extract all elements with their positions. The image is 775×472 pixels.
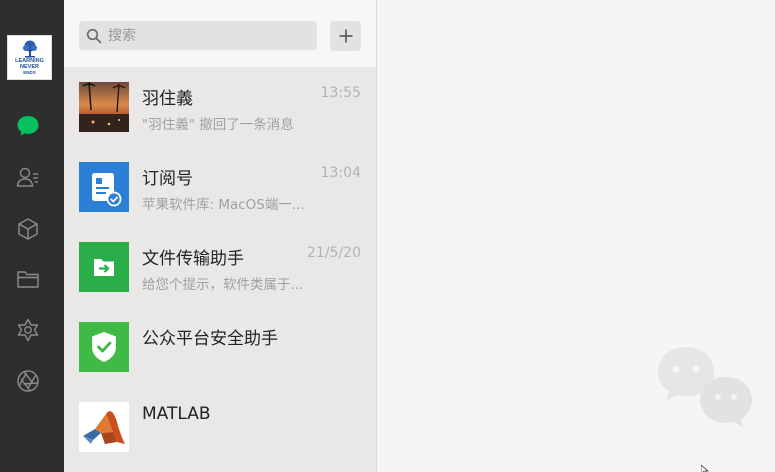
subscription-avatar bbox=[79, 162, 129, 212]
rail-item-moments[interactable] bbox=[14, 316, 42, 344]
search-bar-area bbox=[64, 0, 376, 67]
avatar-logo-line-3: ENDS bbox=[23, 69, 36, 75]
search-box[interactable] bbox=[79, 21, 317, 50]
user-avatar[interactable]: LEARNING NEVER ENDS bbox=[7, 35, 52, 80]
file-transfer-avatar bbox=[79, 242, 129, 292]
wechat-logo-watermark-icon bbox=[658, 347, 752, 427]
rail-item-collections[interactable] bbox=[14, 215, 42, 243]
sidebar-rail: LEARNING NEVER ENDS bbox=[0, 0, 64, 472]
chat-item[interactable]: 公众平台安全助手 bbox=[64, 307, 376, 387]
rail-item-contacts[interactable] bbox=[14, 163, 42, 191]
plus-icon bbox=[339, 29, 352, 43]
aperture-icon bbox=[17, 370, 39, 392]
chat-bubble-icon bbox=[17, 116, 39, 136]
rail-item-files[interactable] bbox=[14, 265, 42, 293]
wechat-window: LEARNING NEVER ENDS 搜索 羽住義 13:55 "羽住義" 撤… bbox=[0, 0, 775, 472]
moments-icon bbox=[17, 318, 39, 342]
chat-item[interactable]: 羽住義 13:55 "羽住義" 撤回了一条消息 bbox=[64, 67, 376, 147]
conversation-list: 羽住義 13:55 "羽住義" 撤回了一条消息 订阅号 13:04 苹果软件库:… bbox=[64, 0, 376, 472]
security-assistant-avatar bbox=[79, 322, 129, 372]
search-icon bbox=[86, 28, 102, 43]
mouse-cursor-icon bbox=[701, 465, 709, 472]
chat-name: 羽住義 bbox=[142, 89, 193, 109]
chat-preview: 给您个提示，软件类属于... bbox=[142, 277, 304, 293]
add-button[interactable] bbox=[330, 21, 361, 51]
chat-name: 订阅号 bbox=[142, 169, 193, 189]
chat-preview: 苹果软件库: MacOS端一... bbox=[142, 197, 305, 213]
chat-preview: "羽住義" 撤回了一条消息 bbox=[142, 117, 294, 133]
folder-icon bbox=[17, 271, 39, 288]
chat-content-area bbox=[377, 0, 775, 472]
search-input[interactable] bbox=[108, 27, 308, 44]
chat-time: 13:04 bbox=[320, 165, 361, 181]
subscription-icon bbox=[92, 173, 122, 207]
rail-item-chats[interactable] bbox=[14, 112, 42, 140]
chat-time: 13:55 bbox=[320, 85, 361, 101]
chat-name: 公众平台安全助手 bbox=[142, 329, 278, 349]
shield-check-icon bbox=[92, 332, 116, 362]
contacts-icon bbox=[16, 167, 38, 187]
chat-item[interactable]: 文件传输助手 21/5/20 给您个提示，软件类属于... bbox=[64, 227, 376, 307]
chat-item[interactable]: MATLAB bbox=[64, 387, 376, 467]
matlab-avatar bbox=[79, 402, 129, 452]
matlab-logo bbox=[83, 411, 125, 444]
chat-item[interactable]: 订阅号 13:04 苹果软件库: MacOS端一... bbox=[64, 147, 376, 227]
tree-logo-icon bbox=[22, 40, 37, 57]
chat-name: MATLAB bbox=[142, 404, 211, 424]
sunset-photo-avatar bbox=[79, 82, 129, 132]
chat-time: 21/5/20 bbox=[307, 245, 361, 261]
chat-name: 文件传输助手 bbox=[142, 249, 244, 269]
rail-item-channels[interactable] bbox=[14, 367, 42, 395]
cube-icon bbox=[18, 218, 38, 240]
file-transfer-icon bbox=[94, 259, 114, 276]
